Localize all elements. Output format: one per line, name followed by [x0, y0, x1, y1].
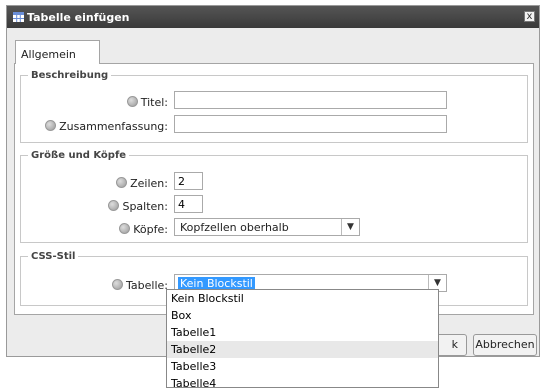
chevron-down-icon[interactable]: ▼ — [341, 219, 359, 235]
help-icon[interactable] — [126, 96, 138, 107]
table-style-dropdown: Kein Blockstil Box Tabelle1 Tabelle2 Tab… — [166, 289, 439, 390]
cancel-button[interactable]: Abbrechen — [473, 334, 537, 356]
close-button[interactable]: x — [524, 11, 535, 22]
dropdown-option[interactable]: Tabelle1 — [167, 324, 438, 341]
legend-css: CSS-Stil — [31, 251, 76, 262]
heads-label: Köpfe: — [119, 223, 168, 236]
heads-select-value: Kopfzellen oberhalb — [180, 221, 289, 234]
help-icon[interactable] — [116, 177, 128, 188]
cols-input[interactable] — [174, 195, 203, 213]
dropdown-option[interactable]: Kein Blockstil — [167, 290, 438, 307]
dropdown-option[interactable]: Tabelle4 — [167, 375, 438, 392]
titlebar[interactable]: Tabelle einfügen x — [7, 6, 539, 28]
dialog-title: Tabelle einfügen — [27, 11, 130, 24]
legend-groesse: Größe und Köpfe — [31, 150, 127, 161]
help-icon[interactable] — [112, 279, 124, 290]
heads-select[interactable]: Kopfzellen oberhalb ▼ — [174, 218, 360, 236]
title-label: Titel: — [126, 96, 168, 109]
tab-panel: Beschreibung Titel: Zusammenfassung: Grö… — [14, 63, 534, 315]
dropdown-option[interactable]: Box — [167, 307, 438, 324]
summary-input[interactable] — [174, 115, 447, 133]
summary-label: Zusammenfassung: — [45, 120, 168, 133]
help-icon[interactable] — [119, 223, 131, 234]
cols-label: Spalten: — [108, 200, 168, 213]
rows-input[interactable] — [174, 172, 203, 190]
title-input[interactable] — [174, 91, 447, 109]
table-icon — [13, 12, 24, 22]
dropdown-option[interactable]: Tabelle3 — [167, 358, 438, 375]
table-style-label: Tabelle: — [112, 279, 168, 292]
tab-allgemein[interactable]: Allgemein — [15, 40, 100, 64]
rows-label: Zeilen: — [116, 177, 168, 190]
help-icon[interactable] — [45, 120, 57, 131]
dropdown-option[interactable]: Tabelle2 — [167, 341, 438, 358]
help-icon[interactable] — [108, 200, 120, 211]
legend-beschreibung: Beschreibung — [31, 70, 109, 81]
